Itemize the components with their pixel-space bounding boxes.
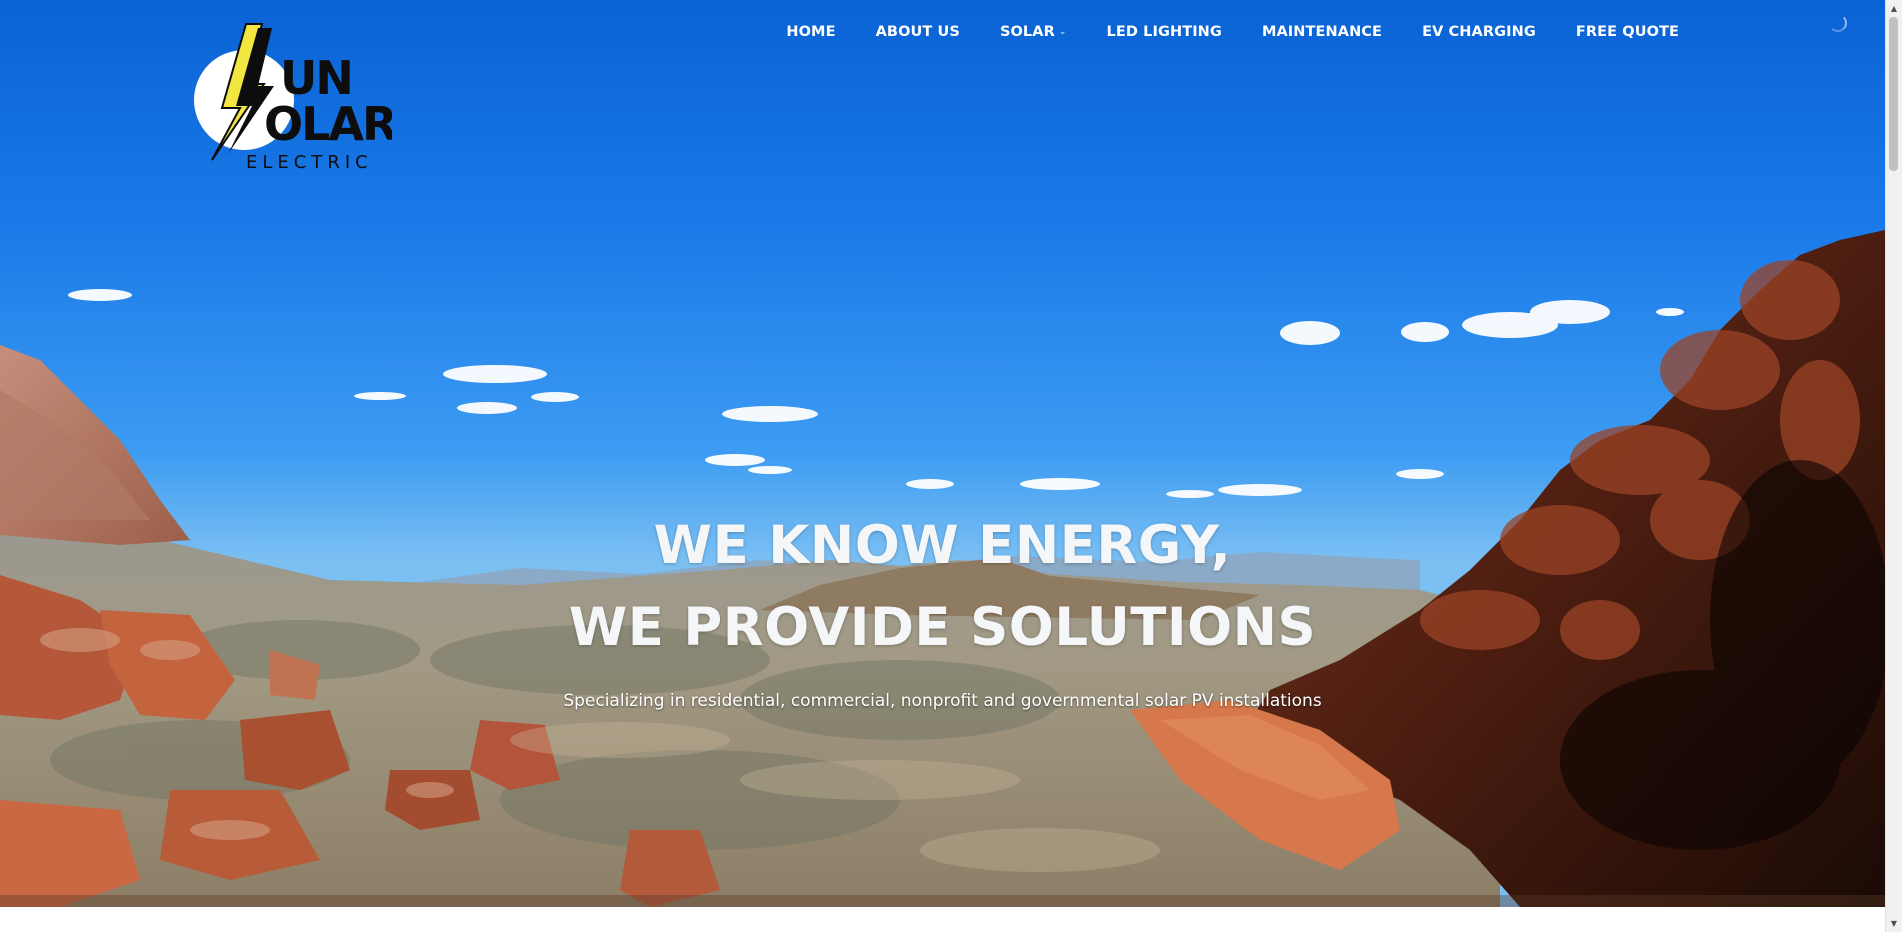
hero-headline-line1: WE KNOW ENERGY, [653, 515, 1232, 576]
hero-headline: WE KNOW ENERGY, WE PROVIDE SOLUTIONS [0, 505, 1885, 669]
nav-item-free-quote[interactable]: FREE QUOTE [1556, 20, 1699, 44]
nav-item-label: LED LIGHTING [1106, 24, 1222, 40]
hero-text-block: WE KNOW ENERGY, WE PROVIDE SOLUTIONS Spe… [0, 505, 1885, 711]
arrow-up-icon[interactable]: ▲ [1886, 0, 1902, 17]
logo-text-olar: OLAR [264, 97, 392, 151]
nav-item-maintenance[interactable]: MAINTENANCE [1242, 20, 1402, 44]
chevron-down-icon: ⌄ [1058, 27, 1067, 37]
nav-item-ev-charging[interactable]: EV CHARGING [1402, 20, 1556, 44]
nav-item-label: HOME [786, 24, 836, 40]
nav-item-label: MAINTENANCE [1261, 24, 1383, 40]
main-nav: HOME ABOUT US SOLAR ⌄ LED LIGHTING MAINTE… [766, 20, 1699, 44]
hero-section: UN OLAR ELECTRIC HOME ABOUT US SOLAR ⌄ LE… [0, 0, 1885, 907]
hero-headline-line2: WE PROVIDE SOLUTIONS [568, 597, 1317, 658]
nav-item-label: SOLAR [999, 24, 1055, 40]
nav-item-solar[interactable]: SOLAR ⌄ [980, 20, 1087, 44]
scrollbar-thumb[interactable] [1889, 17, 1898, 171]
hero-subheadline: Specializing in residential, commercial,… [563, 691, 1322, 711]
nav-item-label: EV CHARGING [1422, 24, 1536, 40]
arrow-down-icon[interactable]: ▼ [1886, 915, 1902, 932]
vertical-scrollbar[interactable]: ▲ ▼ [1885, 0, 1902, 932]
nav-item-about-us[interactable]: ABOUT US [856, 20, 980, 44]
nav-item-led-lighting[interactable]: LED LIGHTING [1087, 20, 1242, 44]
sun-solar-electric-logo[interactable]: UN OLAR ELECTRIC [182, 22, 392, 172]
nav-item-home[interactable]: HOME [766, 20, 855, 44]
nav-item-label: FREE QUOTE [1575, 24, 1679, 40]
nav-item-label: ABOUT US [875, 24, 960, 40]
loading-spinner-icon [1829, 14, 1847, 32]
page: UN OLAR ELECTRIC HOME ABOUT US SOLAR ⌄ LE… [0, 0, 1902, 932]
logo-text-electric: ELECTRIC [246, 152, 373, 172]
